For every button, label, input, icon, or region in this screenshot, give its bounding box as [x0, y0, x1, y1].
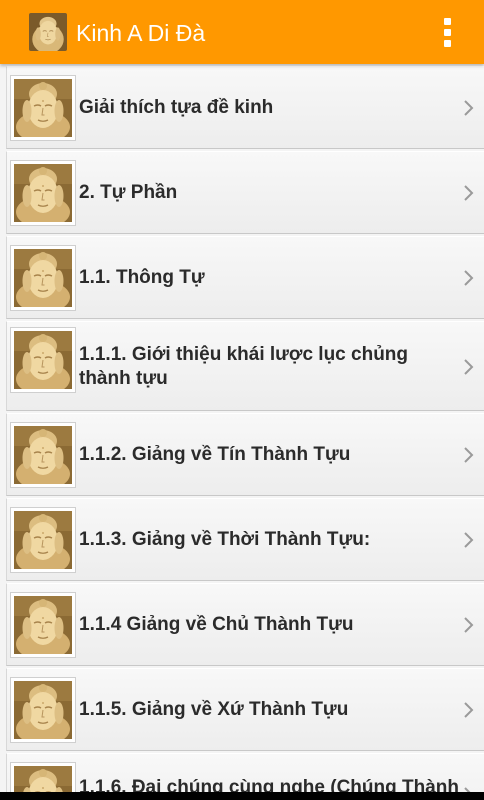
buddha-thumbnail — [10, 677, 76, 743]
chevron-right-icon — [464, 702, 474, 718]
buddha-thumbnail — [10, 422, 76, 488]
overflow-menu-icon[interactable] — [430, 12, 464, 52]
buddha-thumbnail — [10, 245, 76, 311]
list-item-label: 1.1.3. Giảng về Thời Thành Tựu: — [79, 529, 371, 550]
list-item[interactable]: 1.1. Thông Tự — [6, 236, 484, 319]
chevron-right-icon — [464, 447, 474, 463]
chapter-list: Giải thích tựa đề kinh 2. Tự Phần 1.1. T… — [0, 64, 484, 800]
list-item[interactable]: 1.1.3. Giảng về Thời Thành Tựu: — [6, 498, 484, 581]
chevron-right-icon — [464, 617, 474, 633]
list-item-label: 2. Tự Phần — [79, 182, 178, 203]
chevron-right-icon — [464, 359, 474, 375]
list-item-label: 1.1.2. Giảng về Tín Thành Tựu — [79, 444, 351, 465]
app-screen: Kinh A Di Đà Giải thích tựa đề kinh 2. T… — [0, 0, 484, 800]
buddha-thumbnail — [10, 592, 76, 658]
chevron-right-icon — [464, 100, 474, 116]
list-item-label: 1.1.1. Giới thiệu khái lược lục chủng th… — [79, 344, 409, 389]
list-item-label: Giải thích tựa đề kinh — [79, 97, 274, 118]
list-item-label: 1.1.4 Giảng về Chủ Thành Tựu — [79, 614, 354, 635]
list-item[interactable]: 1.1.5. Giảng về Xứ Thành Tựu — [6, 668, 484, 751]
chevron-right-icon — [464, 532, 474, 548]
list-item[interactable]: Giải thích tựa đề kinh — [6, 66, 484, 149]
chevron-right-icon — [464, 185, 474, 201]
app-title: Kinh A Di Đà — [76, 20, 206, 46]
system-nav-bar — [0, 792, 484, 800]
chevron-right-icon — [464, 270, 474, 286]
list-item[interactable]: 2. Tự Phần — [6, 151, 484, 234]
list-item[interactable]: 1.1.1. Giới thiệu khái lược lục chủng th… — [6, 321, 484, 411]
buddha-thumbnail — [10, 75, 76, 141]
list-item[interactable]: 1.1.2. Giảng về Tín Thành Tựu — [6, 413, 484, 496]
list-item[interactable]: 1.1.4 Giảng về Chủ Thành Tựu — [6, 583, 484, 666]
list-item-label: 1.1. Thông Tự — [79, 267, 205, 288]
list-item-label: 1.1.5. Giảng về Xứ Thành Tựu — [79, 699, 349, 720]
action-bar: Kinh A Di Đà — [0, 0, 484, 64]
buddha-thumbnail — [10, 507, 76, 573]
buddha-thumbnail — [10, 327, 76, 393]
buddha-icon[interactable] — [29, 13, 67, 51]
buddha-thumbnail — [10, 160, 76, 226]
